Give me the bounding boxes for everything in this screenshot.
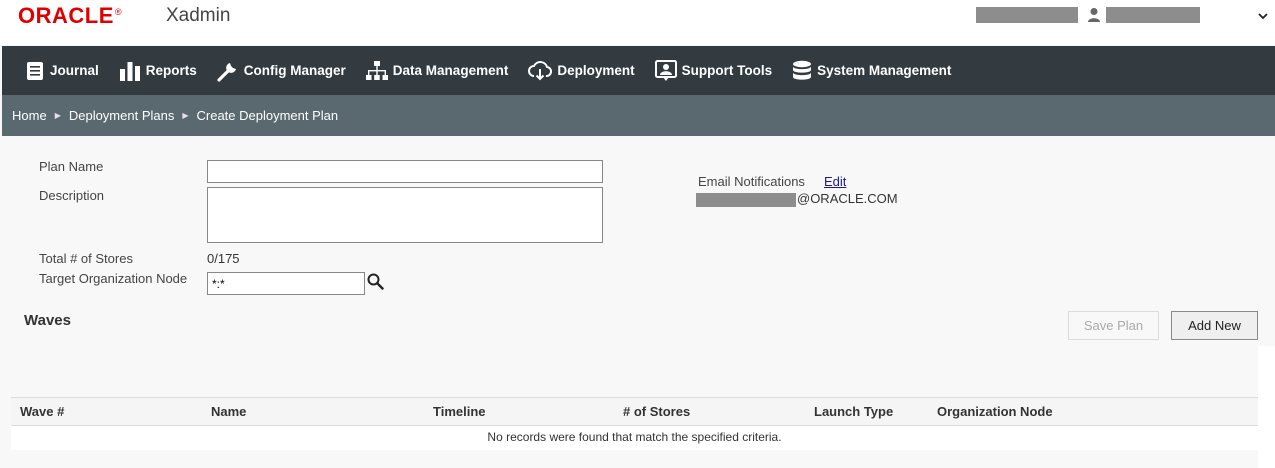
total-stores-value: 0/175 (207, 251, 240, 266)
add-new-button[interactable]: Add New (1171, 311, 1258, 340)
breadcrumb-home[interactable]: Home (12, 108, 47, 123)
database-icon (793, 60, 812, 80)
description-textarea[interactable] (207, 187, 603, 243)
user-icon[interactable] (1087, 7, 1101, 23)
target-org-node-label: Target Organization Node (39, 271, 188, 286)
breadcrumb: Home ▶ Deployment Plans ▶ Create Deploym… (2, 95, 1275, 136)
target-org-node-input[interactable] (207, 272, 365, 295)
total-stores-label: Total # of Stores (39, 251, 133, 266)
redacted-email-user (696, 193, 796, 207)
column-header-wave-number[interactable]: Wave # (20, 404, 64, 419)
email-domain: @ORACLE.COM (797, 191, 898, 206)
redacted-username[interactable] (1106, 7, 1200, 23)
support-user-icon (654, 59, 677, 81)
plan-name-input[interactable] (207, 160, 603, 183)
table-empty-row: No records were found that match the spe… (11, 426, 1258, 450)
redacted-store-info (976, 7, 1078, 23)
journal-icon (27, 61, 43, 80)
cloud-download-icon (528, 60, 553, 80)
app-name: Xadmin (166, 5, 231, 26)
user-menu-caret[interactable] (1258, 8, 1268, 23)
column-header-name[interactable]: Name (211, 404, 246, 419)
breadcrumb-current-page: Create Deployment Plan (196, 108, 339, 123)
nav-label-deployment: Deployment (557, 63, 635, 78)
column-header-timeline[interactable]: Timeline (433, 404, 486, 419)
empty-table-message: No records were found that match the spe… (487, 430, 782, 444)
nav-label-reports: Reports (145, 63, 197, 78)
nav-item-deployment[interactable]: Deployment (528, 46, 635, 95)
waves-title: Waves (24, 312, 71, 329)
nav-item-support-tools[interactable]: Support Tools (654, 46, 773, 95)
wrench-icon (217, 62, 236, 82)
nav-item-system-management[interactable]: System Management (792, 46, 951, 95)
bar-chart-icon (119, 61, 140, 81)
nav-label-system-management: System Management (817, 63, 952, 78)
plan-name-label: Plan Name (39, 159, 104, 174)
save-plan-button[interactable]: Save Plan (1068, 311, 1159, 340)
hierarchy-icon (365, 60, 388, 80)
search-icon[interactable] (367, 273, 384, 290)
logo-registered-mark: ® (114, 6, 123, 17)
nav-item-data-management[interactable]: Data Management (365, 46, 509, 95)
nav-item-journal[interactable]: Journal (25, 46, 99, 95)
logo-text: ORACLE (18, 3, 114, 28)
nav-label-journal: Journal (50, 63, 99, 78)
main-nav: Journal Reports Config Manager Data Mana… (2, 46, 1275, 95)
breadcrumb-separator-icon: ▶ (54, 111, 61, 120)
nav-item-config-manager[interactable]: Config Manager (217, 46, 346, 95)
nav-item-reports[interactable]: Reports (119, 46, 197, 95)
description-label: Description (39, 188, 105, 203)
email-notifications-label: Email Notifications (698, 174, 805, 189)
nav-label-data-management: Data Management (392, 63, 509, 78)
column-header-store-count[interactable]: # of Stores (623, 404, 690, 419)
table-header: Wave # Name Timeline # of Stores Launch … (11, 397, 1258, 426)
chevron-down-icon[interactable] (1258, 12, 1268, 20)
page-edge (1258, 346, 1275, 468)
column-header-organization-node[interactable]: Organization Node (937, 404, 1053, 419)
email-edit-link[interactable]: Edit (824, 174, 846, 189)
breadcrumb-separator-icon: ▶ (182, 111, 189, 120)
nav-label-support-tools: Support Tools (681, 63, 773, 78)
app-header: ORACLE® Xadmin (0, 0, 1275, 45)
waves-table: Wave # Name Timeline # of Stores Launch … (11, 397, 1258, 450)
breadcrumb-deployment-plans[interactable]: Deployment Plans (69, 108, 175, 123)
nav-label-config-manager: Config Manager (243, 63, 346, 78)
column-header-launch-type[interactable]: Launch Type (814, 404, 893, 419)
oracle-logo: ORACLE® (18, 3, 122, 29)
